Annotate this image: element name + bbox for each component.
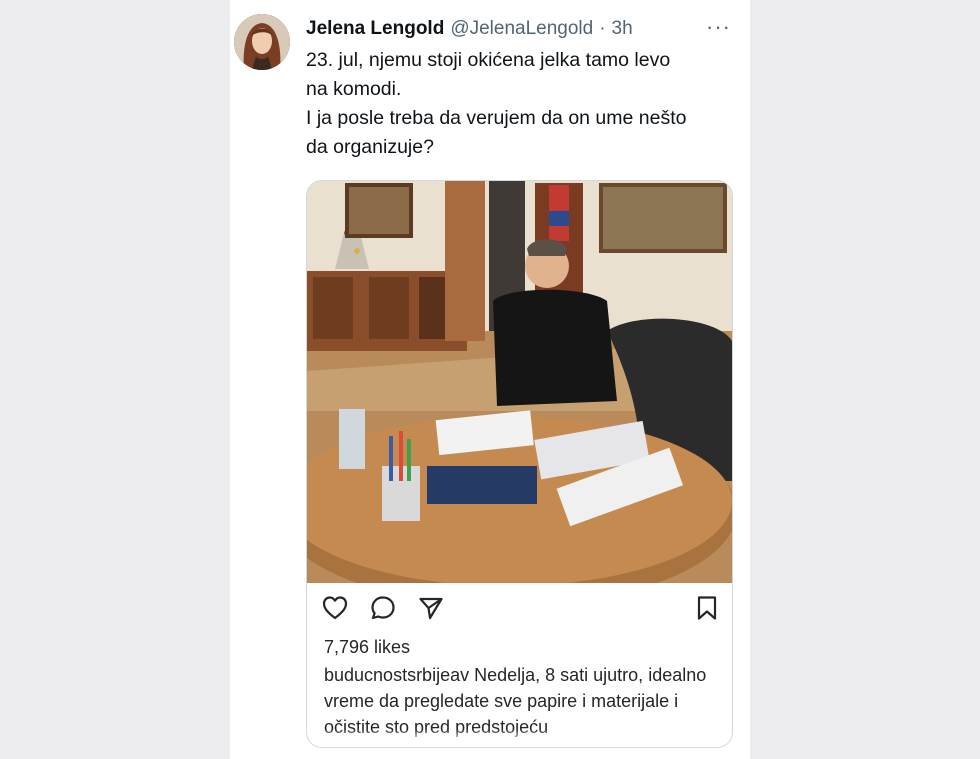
- post-username[interactable]: buducnostsrbijeav: [324, 665, 469, 685]
- post-photo[interactable]: [307, 181, 732, 583]
- author-handle[interactable]: @JelenaLengold: [450, 18, 593, 40]
- caption-fade: [307, 729, 732, 747]
- avatar[interactable]: [234, 14, 290, 70]
- tweet-card[interactable]: Jelena Lengold @JelenaLengold · 3h ··· 2…: [230, 0, 750, 759]
- timestamp[interactable]: 3h: [612, 18, 633, 40]
- author-name[interactable]: Jelena Lengold: [306, 18, 444, 40]
- tweet-header: Jelena Lengold @JelenaLengold · 3h: [306, 16, 736, 42]
- embedded-instagram-post[interactable]: 7,796 likes buducnostsrbijeav Nedelja, 8…: [306, 180, 733, 748]
- post-actions: [321, 594, 721, 624]
- more-options-icon[interactable]: ···: [706, 14, 740, 40]
- bookmark-icon[interactable]: [693, 594, 721, 622]
- comment-icon[interactable]: [369, 594, 397, 622]
- likes-count[interactable]: 7,796 likes: [324, 637, 410, 658]
- send-icon[interactable]: [417, 594, 445, 622]
- tweet-text: 23. jul, njemu stoji okićena jelka tamo …: [306, 49, 687, 158]
- separator-dot: ·: [599, 18, 606, 39]
- heart-icon[interactable]: [321, 594, 349, 622]
